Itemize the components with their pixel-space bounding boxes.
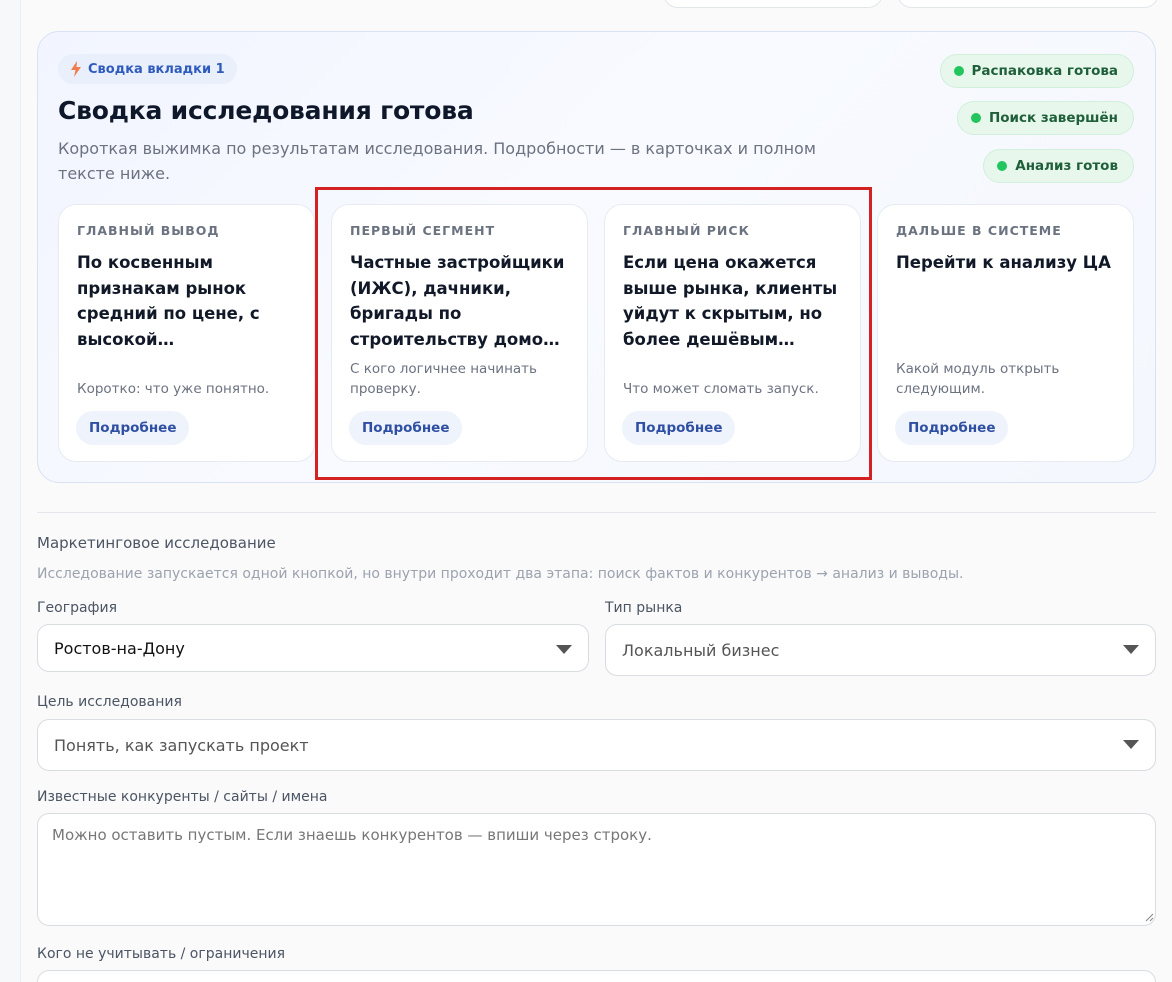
caret-down-icon bbox=[1123, 740, 1139, 749]
exclusions-label: Кого не учитывать / ограничения bbox=[37, 946, 286, 962]
status-dot-icon bbox=[953, 66, 964, 76]
status-badge-search: Поиск завершён bbox=[956, 101, 1134, 135]
summary-subtitle: Короткая выжимка по результатам исследов… bbox=[58, 139, 816, 183]
status-badge-unpacking: Распаковка готова bbox=[939, 54, 1134, 88]
card-note: Коротко: что уже понятно. bbox=[77, 381, 270, 397]
section-divider bbox=[37, 512, 1156, 513]
card-text: Перейти к анализу ЦА bbox=[896, 253, 1111, 272]
geography-value: Ростов-на-Дону bbox=[54, 638, 185, 658]
bolt-icon bbox=[71, 61, 81, 77]
exclusions-field[interactable] bbox=[37, 970, 1156, 982]
market-type-label: Тип рынка bbox=[605, 600, 683, 616]
card-details-button[interactable]: Подробнее bbox=[895, 411, 1009, 445]
status-label: Распаковка готова bbox=[971, 63, 1118, 79]
tag-label: Сводка вкладки 1 bbox=[88, 61, 225, 77]
highlight-box bbox=[315, 187, 872, 480]
card-label: ДАЛЬШЕ В СИСТЕМЕ bbox=[896, 223, 1062, 238]
caret-down-icon bbox=[556, 645, 572, 654]
card-label: ГЛАВНЫЙ ВЫВОД bbox=[77, 223, 220, 238]
status-label: Поиск завершён bbox=[988, 110, 1118, 126]
status-badge-analysis: Анализ готов bbox=[983, 149, 1134, 183]
summary-card-next-step: ДАЛЬШЕ В СИСТЕМЕ Перейти к анализу ЦА Ка… bbox=[877, 204, 1134, 462]
top-control-left[interactable] bbox=[663, 0, 883, 8]
summary-card-main-conclusion: ГЛАВНЫЙ ВЫВОД По косвенным признакам рын… bbox=[58, 204, 315, 462]
goal-value: Понять, как запускать проект bbox=[54, 735, 309, 755]
resize-grip-icon[interactable] bbox=[1144, 912, 1154, 922]
summary-title: Сводка исследования готова bbox=[58, 96, 474, 125]
card-details-button[interactable]: Подробнее bbox=[76, 411, 190, 445]
status-dot-icon bbox=[970, 113, 981, 123]
market-type-value: Локальный бизнес bbox=[622, 640, 780, 660]
caret-down-icon bbox=[1123, 645, 1139, 654]
geography-select[interactable]: Ростов-на-Дону bbox=[37, 624, 589, 672]
competitors-label: Известные конкуренты / сайты / имена bbox=[37, 789, 328, 805]
form-section-title: Маркетинговое исследование bbox=[37, 534, 276, 552]
form-section-hint: Исследование запускается одной кнопкой, … bbox=[37, 566, 964, 582]
research-page: Сводка вкладки 1 Сводка исследования гот… bbox=[20, 0, 1172, 982]
tab-summary-tag: Сводка вкладки 1 bbox=[58, 54, 237, 84]
geography-label: География bbox=[37, 600, 118, 616]
status-label: Анализ готов bbox=[1015, 158, 1118, 174]
top-control-right[interactable] bbox=[897, 0, 1159, 8]
market-type-select[interactable]: Локальный бизнес bbox=[605, 624, 1156, 676]
card-note: Какой модуль открыть следующим. bbox=[896, 361, 1060, 397]
goal-label: Цель исследования bbox=[37, 694, 182, 710]
status-dot-icon bbox=[997, 161, 1008, 171]
goal-select[interactable]: Понять, как запускать проект bbox=[37, 719, 1156, 771]
card-text: По косвенным признакам рынок средний по … bbox=[77, 253, 260, 349]
competitors-textarea[interactable] bbox=[37, 813, 1156, 926]
